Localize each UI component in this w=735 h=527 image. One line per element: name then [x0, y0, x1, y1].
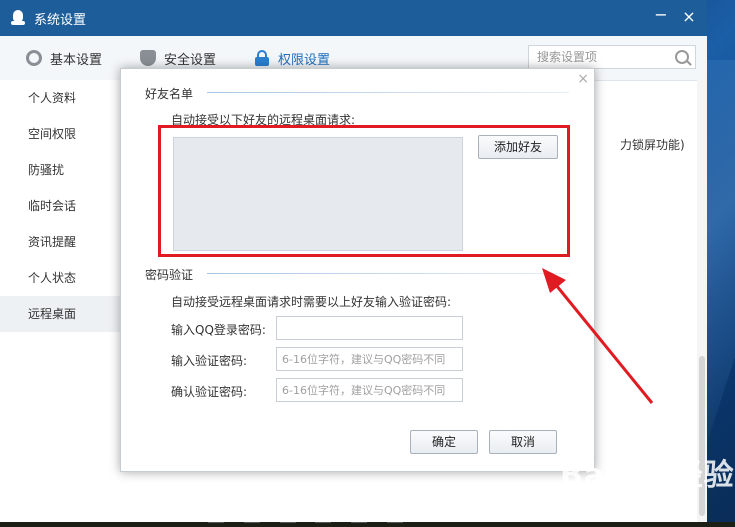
red-arrow-annotation: [542, 268, 654, 404]
watermark-logo: Baidu 经验: [560, 458, 735, 493]
watermark-url: jingyan.baidu.com: [584, 492, 695, 506]
